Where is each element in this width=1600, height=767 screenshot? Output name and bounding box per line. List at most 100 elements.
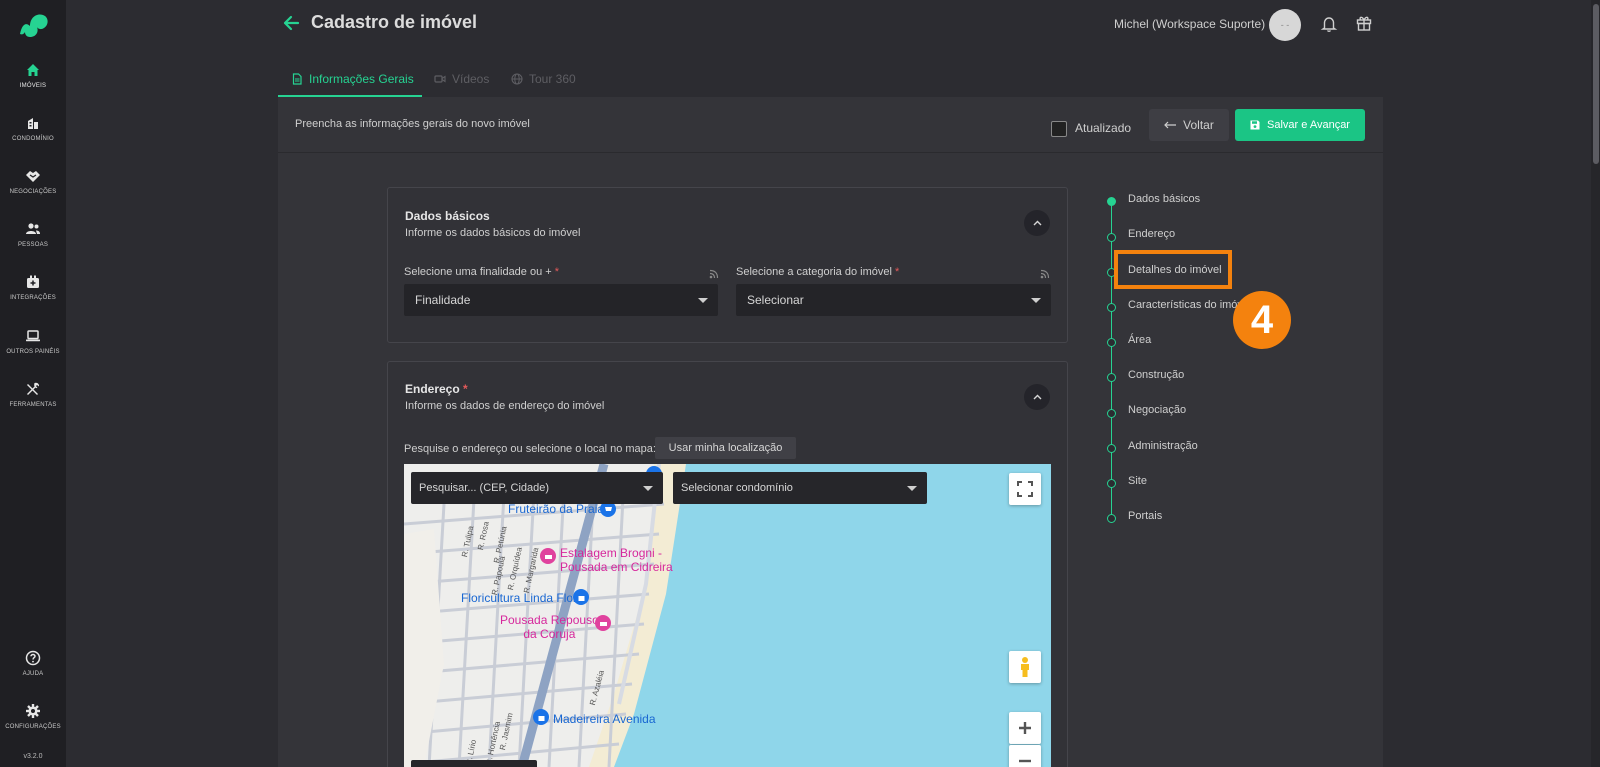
sidebar-item-pessoas[interactable]: PESSOAS: [0, 221, 66, 271]
step-dot: [1107, 373, 1116, 382]
tab-videos[interactable]: Vídeos: [434, 72, 489, 96]
step-dot: [1107, 338, 1116, 347]
shopping-bag-pin-icon[interactable]: [573, 589, 589, 605]
sidebar-item-condominio[interactable]: CONDOMÍNIO: [0, 115, 66, 165]
step-dot: [1107, 479, 1116, 488]
sidebar-item-integracoes[interactable]: INTEGRAÇÕES: [0, 274, 66, 324]
map-type-control[interactable]: [411, 760, 537, 767]
map-search-select[interactable]: Pesquisar... (CEP, Cidade): [411, 472, 663, 504]
squirrel-logo-icon[interactable]: [16, 10, 50, 40]
panel-toolbar: Preencha as informações gerais do novo i…: [278, 97, 1383, 153]
finalidade-select[interactable]: Finalidade: [404, 284, 718, 316]
collapse-button[interactable]: [1024, 210, 1050, 236]
arrow-left-icon: [1164, 121, 1177, 129]
sidebar-item-outros-paineis[interactable]: OUTROS PAINÉIS: [0, 328, 66, 378]
step-area[interactable]: Área: [1128, 334, 1151, 346]
poi-label[interactable]: Floricultura Linda Flor: [461, 591, 577, 605]
step-dot: [1107, 233, 1116, 242]
stepper-line: [1111, 205, 1112, 519]
laptop-icon: [26, 330, 40, 342]
map[interactable]: R. Tulipa R. Rosa R. Petúnia R. Papoula …: [404, 464, 1051, 767]
sidebar: IMÓVEIS CONDOMÍNIO NEGOCIAÇÕES PESSOAS I…: [0, 0, 66, 767]
back-button[interactable]: Voltar: [1149, 109, 1229, 141]
step-dot: [1107, 197, 1116, 206]
card-title: Dados básicos: [405, 209, 490, 223]
step-portais[interactable]: Portais: [1128, 510, 1162, 522]
step-dot: [1107, 444, 1116, 453]
caret-down-icon: [698, 298, 708, 303]
step-site[interactable]: Site: [1128, 475, 1147, 487]
zoom-out-button[interactable]: [1009, 745, 1041, 767]
document-icon: [292, 73, 302, 85]
gear-icon: [26, 704, 40, 718]
search-address-label: Pesquise o endereço ou selecione o local…: [404, 443, 656, 455]
user-name[interactable]: Michel (Workspace Suporte): [1114, 17, 1265, 31]
sidebar-item-label: CONFIGURAÇÕES: [5, 724, 61, 730]
use-my-location-button[interactable]: Usar minha localização: [655, 437, 796, 459]
tab-tour-360[interactable]: Tour 360: [511, 72, 576, 96]
save-and-next-button[interactable]: Salvar e Avançar: [1235, 109, 1365, 141]
poi-label[interactable]: Pousada Repouso da Coruja: [500, 613, 599, 641]
scrollbar-thumb[interactable]: [1593, 4, 1599, 164]
sidebar-item-label: CONDOMÍNIO: [12, 136, 54, 142]
people-icon: [26, 223, 40, 234]
help-icon: [25, 650, 41, 666]
poi-label[interactable]: Fruteirão da Praia: [508, 502, 604, 516]
sidebar-item-ferramentas[interactable]: FERRAMENTAS: [0, 381, 66, 431]
street-view-button[interactable]: [1009, 651, 1041, 683]
handshake-icon: [26, 171, 40, 182]
poi-label[interactable]: Estalagem Brogni - Pousada em Cidreira: [560, 546, 673, 574]
sidebar-item-configuracoes[interactable]: CONFIGURAÇÕES: [0, 703, 66, 753]
back-arrow-icon[interactable]: [281, 13, 301, 33]
categoria-label: Selecione a categoria do imóvel *: [736, 266, 900, 278]
sidebar-item-ajuda[interactable]: AJUDA: [0, 650, 66, 700]
floppy-disk-icon: [1250, 120, 1260, 130]
app-version: v3.2.0: [23, 753, 43, 760]
step-dot: [1107, 409, 1116, 418]
step-caracteristicas[interactable]: Características do imóvel: [1128, 299, 1240, 311]
step-dot: [1107, 303, 1116, 312]
chevron-up-icon: [1033, 394, 1041, 400]
step-number-badge: 4: [1233, 291, 1291, 349]
bell-icon[interactable]: [1320, 15, 1338, 33]
shopping-bag-pin-icon[interactable]: [533, 709, 549, 725]
plus-icon: [1019, 722, 1031, 734]
caret-down-icon: [1031, 298, 1041, 303]
sidebar-item-imoveis[interactable]: IMÓVEIS: [0, 62, 66, 112]
categoria-select[interactable]: Selecionar: [736, 284, 1051, 316]
step-administracao[interactable]: Administração: [1128, 440, 1198, 452]
atualizado-label: Atualizado: [1075, 121, 1132, 135]
caret-down-icon: [643, 486, 653, 491]
tools-icon: [27, 382, 40, 395]
tab-informacoes-gerais[interactable]: Informações Gerais: [291, 72, 414, 96]
sidebar-item-label: NEGOCIAÇÕES: [9, 189, 57, 195]
atualizado-checkbox[interactable]: [1051, 121, 1067, 137]
gift-icon[interactable]: [1355, 14, 1373, 32]
step-negociacao[interactable]: Negociação: [1128, 404, 1186, 416]
fullscreen-button[interactable]: [1009, 473, 1041, 505]
poi-label[interactable]: Madeireira Avenida: [553, 712, 656, 726]
tab-label: Informações Gerais: [309, 72, 414, 86]
finalidade-label: Selecione uma finalidade ou + *: [404, 266, 560, 278]
zoom-in-button[interactable]: [1009, 712, 1041, 744]
back-button-label: Voltar: [1183, 118, 1214, 132]
collapse-button[interactable]: [1024, 384, 1050, 410]
sidebar-item-negociacoes[interactable]: NEGOCIAÇÕES: [0, 168, 66, 218]
card-subtitle: Informe os dados básicos do imóvel: [405, 227, 581, 239]
card-subtitle: Informe os dados de endereço do imóvel: [405, 400, 605, 412]
video-camera-icon: [434, 75, 446, 83]
panel-description: Preencha as informações gerais do novo i…: [295, 118, 530, 130]
hotel-pin-icon[interactable]: [595, 615, 611, 631]
condominio-select[interactable]: Selecionar condomínio: [673, 472, 927, 504]
step-endereco[interactable]: Endereço: [1128, 228, 1175, 240]
card-title: Endereço *: [405, 382, 468, 396]
rss-icon: [1040, 269, 1050, 279]
step-highlight-box: [1114, 250, 1232, 289]
step-dot: [1107, 514, 1116, 523]
avatar[interactable]: - -: [1269, 9, 1301, 41]
page-title: Cadastro de imóvel: [311, 12, 478, 32]
step-construcao[interactable]: Construção: [1128, 369, 1184, 381]
tab-label: Tour 360: [529, 72, 576, 86]
step-dados-basicos[interactable]: Dados básicos: [1128, 193, 1200, 205]
hotel-pin-icon[interactable]: [540, 548, 556, 564]
